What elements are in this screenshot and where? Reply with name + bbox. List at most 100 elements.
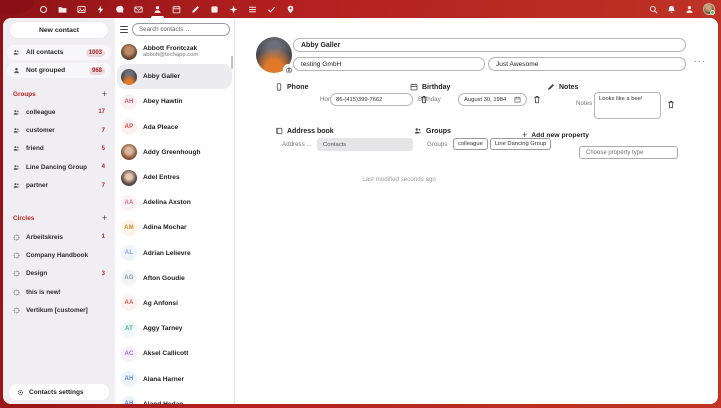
dashboard-icon[interactable] xyxy=(39,0,48,18)
tasks-icon[interactable] xyxy=(248,0,257,18)
circle-icon xyxy=(13,289,20,296)
photos-icon[interactable] xyxy=(77,0,86,18)
maps-pin-icon[interactable] xyxy=(286,0,295,18)
gear-icon xyxy=(17,389,24,396)
person-icon xyxy=(13,67,20,74)
contact-name: Aksel Callicott xyxy=(143,350,188,357)
contact-detail: Abby Galler testing GmbH Just Awesome ··… xyxy=(236,18,718,404)
group-tag[interactable]: colleague xyxy=(453,138,488,150)
count-badge: 968 xyxy=(89,67,105,75)
contact-list-item[interactable]: AH Aland Hedan xyxy=(117,392,232,404)
contact-list-item[interactable]: AA Adelina Axston xyxy=(117,190,232,215)
contact-list-item[interactable]: AT Aggy Tarney xyxy=(117,316,232,341)
sidebar-group-colleague[interactable]: colleague 17 xyxy=(7,103,111,121)
circle-label: Arbeitskreis xyxy=(26,234,96,241)
new-contact-button[interactable]: New contact xyxy=(10,22,108,38)
sidebar-circle-vertikum[interactable]: Vertikum [customer] xyxy=(7,302,111,320)
notes-icon[interactable] xyxy=(191,0,200,18)
sidebar-circle-company-handbook[interactable]: Company Handbook xyxy=(7,246,111,264)
people-icon xyxy=(13,49,20,56)
contact-initials-avatar: AC xyxy=(121,346,137,362)
search-contacts-input[interactable] xyxy=(132,23,230,36)
contact-list-item[interactable]: Adel Entres xyxy=(117,165,232,190)
contact-list-item[interactable]: AH Abey Hawtin xyxy=(117,89,232,114)
contact-initials-avatar: AM xyxy=(121,220,137,236)
contact-name-input[interactable]: Abby Galler xyxy=(293,38,686,52)
group-icon xyxy=(13,182,20,189)
notes-textarea[interactable]: Looks like a bee! xyxy=(594,92,661,119)
birthday-date-input[interactable]: August 30, 1984 xyxy=(458,93,527,106)
online-status-dot xyxy=(710,10,715,15)
contact-list-item[interactable]: AA Ag Anfonsi xyxy=(117,291,232,316)
sidebar-circle-this-is-new[interactable]: this is new! xyxy=(7,283,111,301)
contact-initials-avatar: AP xyxy=(121,119,137,135)
delete-birthday-trash-icon[interactable] xyxy=(533,95,541,104)
notes-section-header: Notes xyxy=(547,83,578,91)
circles-header-label: Circles xyxy=(13,215,102,222)
sidebar-circle-design[interactable]: Design 3 xyxy=(7,265,111,283)
sidebar-group-line-dancing[interactable]: Line Dancing Group 4 xyxy=(7,158,111,176)
circle-icon xyxy=(13,234,20,241)
sidebar-item-not-grouped[interactable]: Not grouped 968 xyxy=(7,63,111,78)
user-avatar[interactable] xyxy=(703,3,715,15)
contact-list-item[interactable]: AP Ada Pleace xyxy=(117,115,232,140)
add-new-property-button[interactable]: + Add new property xyxy=(522,130,589,140)
sidebar-group-customer[interactable]: customer 7 xyxy=(7,121,111,139)
sidebar-group-partner[interactable]: partner 7 xyxy=(7,177,111,195)
groups-section-header: Groups + xyxy=(13,88,109,100)
contact-list-item-selected[interactable]: Abby Galler xyxy=(117,64,232,89)
count-badge: 7 xyxy=(102,183,105,189)
contact-name: Ada Pleace xyxy=(143,124,178,131)
contact-name: Adel Entres xyxy=(143,174,180,181)
sidebar-item-label: Not grouped xyxy=(26,67,83,74)
contact-detail-avatar[interactable] xyxy=(256,37,292,73)
contact-list-item[interactable]: AL Adrian Lelievre xyxy=(117,241,232,266)
choose-property-type-select[interactable]: Choose property type xyxy=(579,146,678,159)
company-input[interactable]: testing GmbH xyxy=(293,57,485,71)
contact-list-item[interactable]: Addy Greenhough xyxy=(117,140,232,165)
contact-name: Ag Anfonsi xyxy=(143,300,178,307)
delete-notes-trash-icon[interactable] xyxy=(667,100,675,109)
contacts-icon[interactable] xyxy=(153,0,162,18)
date-picker-icon[interactable] xyxy=(514,96,521,103)
contact-name: Afton Goudie xyxy=(143,275,185,282)
phone-section-header: Phone xyxy=(275,83,308,91)
sidebar-circle-arbeitskreis[interactable]: Arbeitskreis 1 xyxy=(7,228,111,246)
sidebar-group-friend[interactable]: friend 5 xyxy=(7,140,111,158)
files-icon[interactable] xyxy=(58,0,67,18)
more-actions-menu[interactable]: ··· xyxy=(694,56,706,66)
group-label: Line Dancing Group xyxy=(26,164,96,171)
app-navigation xyxy=(0,0,295,18)
deck-icon[interactable] xyxy=(210,0,219,18)
circles-list: Arbeitskreis 1 Company Handbook Design 3… xyxy=(7,228,111,320)
notifications-bell-icon[interactable] xyxy=(667,5,676,14)
circle-label: Company Handbook xyxy=(26,252,99,259)
phone-number-input[interactable]: 86-(415)399-7662 xyxy=(330,93,413,106)
collectives-icon[interactable] xyxy=(229,0,238,18)
contact-list-item[interactable]: AC Aksel Callicott xyxy=(117,341,232,366)
sidebar-item-all-contacts[interactable]: All contacts 1003 xyxy=(7,45,111,60)
contact-list-item[interactable]: Abbott Frontczakabbott@techapp.com xyxy=(117,39,232,64)
activity-icon[interactable] xyxy=(96,0,105,18)
contact-list-item[interactable]: AM Adina Mochar xyxy=(117,215,232,240)
approvals-check-icon[interactable] xyxy=(267,0,276,18)
contact-name: Alana Harner xyxy=(143,376,184,383)
add-circle-button[interactable]: + xyxy=(102,214,109,223)
add-group-button[interactable]: + xyxy=(102,90,109,99)
contact-list-item[interactable]: AG Afton Goudie xyxy=(117,266,232,291)
search-icon[interactable] xyxy=(649,5,658,14)
contacts-settings-button[interactable]: Contacts settings xyxy=(9,384,109,400)
contact-list-item[interactable]: AH Alana Harner xyxy=(117,366,232,391)
talk-icon[interactable] xyxy=(115,0,124,18)
calendar-icon[interactable] xyxy=(172,0,181,18)
contact-name: Aggy Tarney xyxy=(143,325,182,332)
contact-initials-avatar: AH xyxy=(121,396,137,404)
group-icon xyxy=(13,127,20,134)
contact-photo-avatar xyxy=(121,69,137,85)
mail-icon[interactable] xyxy=(134,0,143,18)
title-input[interactable]: Just Awesome xyxy=(488,57,686,71)
addressbook-select[interactable]: Contacts xyxy=(317,138,413,151)
contact-name: Aland Hedan xyxy=(143,401,183,404)
menu-hamburger-icon[interactable] xyxy=(118,26,128,33)
contacts-menu-icon[interactable] xyxy=(685,5,694,14)
